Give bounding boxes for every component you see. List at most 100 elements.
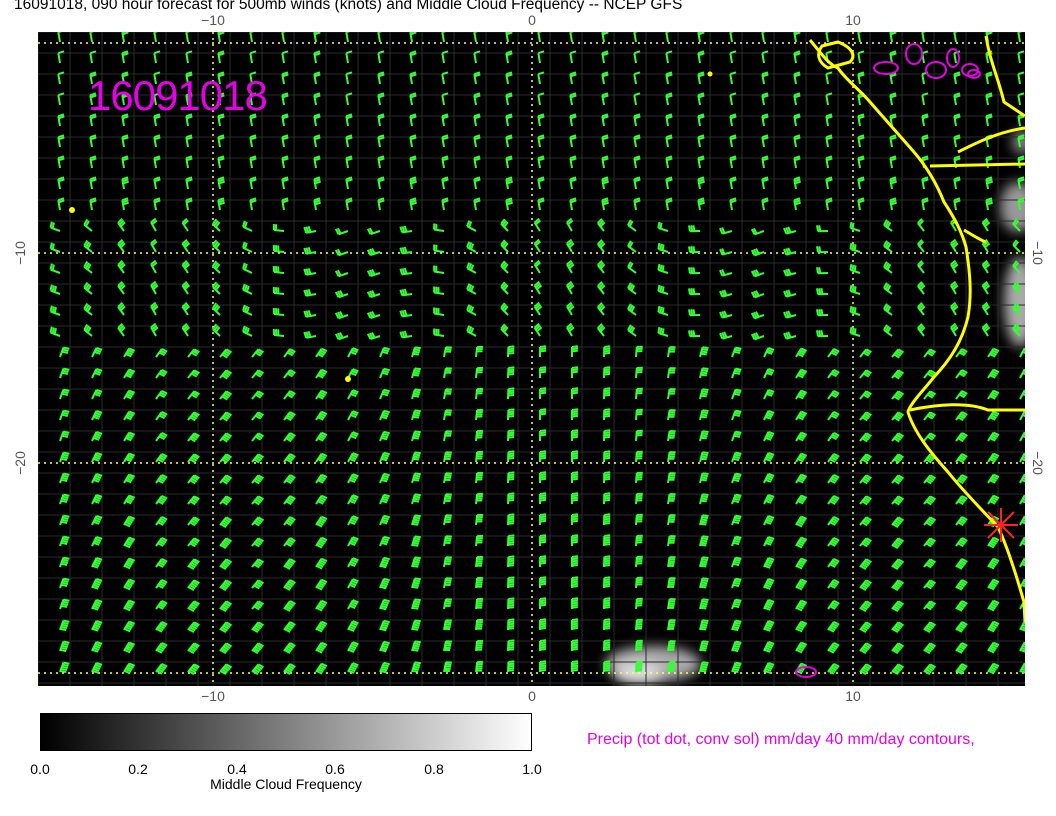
wind-barb-stroke — [59, 388, 70, 400]
wind-barb-stroke — [399, 288, 413, 297]
wind-barb — [121, 134, 129, 148]
wind-barb — [249, 134, 257, 148]
wind-barb-stroke — [793, 176, 802, 190]
wind-barb — [1017, 32, 1023, 43]
wind-barb — [315, 389, 328, 400]
wind-barb-stroke — [539, 366, 547, 379]
wind-barb-stroke — [667, 409, 676, 421]
wind-barb-stroke — [315, 578, 328, 591]
wind-barb — [795, 473, 808, 484]
wind-barb-stroke — [507, 408, 515, 421]
wind-barb-stroke — [987, 641, 1000, 654]
wind-barb — [688, 267, 701, 275]
wind-barb-stroke — [816, 267, 829, 275]
wind-barb-stroke — [123, 641, 136, 654]
wind-barb-stroke — [667, 451, 676, 463]
wind-barb-stroke — [399, 330, 413, 339]
wind-barb-stroke — [466, 304, 477, 316]
wind-barb-stroke — [347, 389, 359, 400]
wind-barb — [505, 71, 513, 85]
wind-barb-stroke — [569, 92, 577, 106]
wind-barb — [123, 347, 136, 358]
wind-barb — [505, 176, 514, 190]
top-axis-tick: 10 — [845, 12, 861, 28]
wind-barb — [473, 71, 481, 85]
wind-barb-stroke — [507, 534, 515, 547]
wind-barb-stroke — [1019, 389, 1025, 400]
wind-barb — [699, 388, 709, 400]
wind-barb — [731, 346, 742, 358]
wind-barb-stroke — [150, 301, 159, 316]
wind-barb-stroke — [505, 92, 513, 106]
wind-barb — [750, 311, 765, 320]
wind-barb — [571, 555, 579, 567]
wind-barb-stroke — [571, 450, 579, 462]
wind-barb — [603, 429, 611, 442]
wind-barb-stroke — [603, 366, 611, 379]
wind-barb-stroke — [57, 113, 65, 127]
wind-barb-stroke — [443, 472, 452, 484]
wind-barb-stroke — [603, 597, 611, 610]
wind-barb-stroke — [987, 368, 1000, 379]
wind-barb — [635, 513, 643, 526]
wind-barb-stroke — [441, 32, 447, 43]
wind-barb-stroke — [667, 619, 676, 631]
wind-barb-stroke — [816, 309, 829, 317]
wind-barb-stroke — [89, 176, 97, 190]
wind-barb — [443, 451, 452, 463]
wind-barb-stroke — [795, 389, 808, 400]
wind-barb — [571, 471, 579, 483]
wind-barb-stroke — [793, 92, 801, 106]
wind-barb-stroke — [795, 473, 808, 484]
wind-barb-stroke — [849, 242, 861, 253]
wind-barb-stroke — [433, 265, 445, 274]
wind-barb-stroke — [345, 176, 353, 190]
wind-barb — [697, 155, 705, 169]
wind-barb-stroke — [507, 555, 515, 568]
wind-barb — [475, 345, 484, 358]
wind-barb — [697, 134, 705, 148]
wind-barb — [466, 283, 477, 295]
wind-barb-stroke — [987, 620, 1000, 633]
wind-barb — [507, 660, 515, 673]
wind-barb — [59, 556, 70, 568]
wind-barb-stroke — [217, 134, 225, 148]
wind-barb — [281, 155, 289, 169]
wind-barb — [657, 221, 669, 232]
wind-barb-stroke — [409, 71, 417, 85]
wind-barb — [697, 176, 706, 190]
wind-barb-stroke — [601, 71, 609, 85]
wind-barb — [443, 577, 452, 589]
wind-barb — [571, 345, 579, 357]
wind-barb-stroke — [763, 578, 775, 590]
wind-barb-stroke — [315, 641, 328, 654]
wind-barb — [379, 472, 390, 484]
wind-barb-stroke — [921, 197, 929, 211]
wind-barb — [475, 639, 484, 652]
wind-barb — [379, 409, 390, 421]
wind-barb-stroke — [1019, 473, 1025, 484]
wind-barb-stroke — [657, 242, 669, 253]
wind-barb — [150, 280, 159, 295]
wind-barb — [657, 263, 669, 274]
wind-barb-stroke — [731, 409, 742, 421]
wind-barb — [89, 197, 97, 211]
wind-barb — [987, 410, 1000, 421]
wind-barb — [667, 472, 676, 484]
wind-barb — [750, 290, 765, 299]
wind-barb-stroke — [242, 241, 253, 253]
wind-barb — [987, 368, 1000, 379]
wind-barb-stroke — [889, 155, 897, 169]
wind-barb-stroke — [763, 347, 775, 358]
wind-barb — [761, 134, 769, 148]
wind-barb-stroke — [49, 284, 61, 295]
wind-barb — [443, 598, 452, 610]
wind-barb-stroke — [731, 388, 742, 400]
wind-barb-stroke — [761, 32, 767, 43]
wind-barb-stroke — [281, 176, 289, 190]
wind-barb — [466, 220, 477, 232]
wind-barb-stroke — [272, 307, 285, 316]
wind-barb-stroke — [366, 289, 381, 299]
wind-barb-stroke — [571, 345, 579, 357]
wind-barb-stroke — [59, 514, 70, 526]
